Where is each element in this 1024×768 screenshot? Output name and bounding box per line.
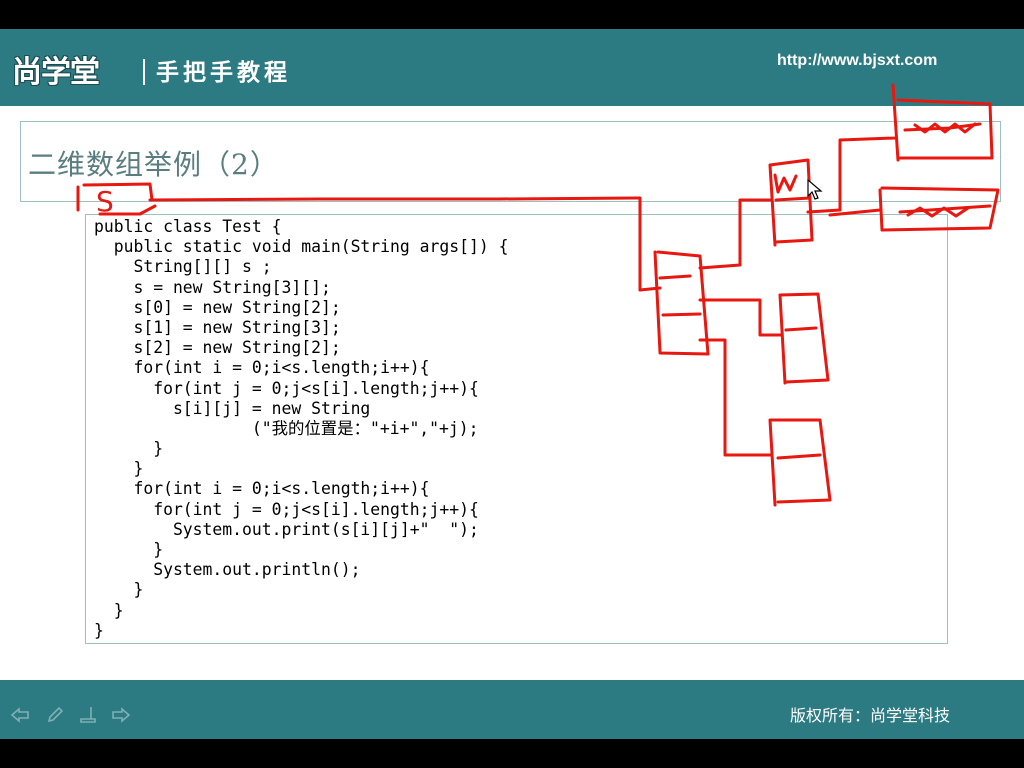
screen-icon[interactable] [77, 706, 99, 724]
code-line: s[i][j] = new String [94, 398, 371, 418]
mouse-cursor-icon [807, 178, 823, 200]
site-url: http://www.bjsxt.com [777, 52, 938, 69]
code-line: s = new String[3][]; [94, 277, 331, 297]
prev-arrow-icon[interactable] [9, 706, 31, 724]
code-line: } [94, 620, 104, 640]
header-tagline: 手把手教程 [156, 60, 291, 86]
code-line: s[2] = new String[2]; [94, 338, 341, 358]
slide-title: 二维数组举例（2） [28, 148, 279, 181]
code-line: public class Test { [94, 217, 282, 236]
code-line: for(int j = 0;j<s[i].length;j++){ [94, 499, 479, 519]
code-line: String[][] s ; [94, 257, 272, 277]
code-line: for(int i = 0;i<s.length;i++){ [94, 358, 430, 378]
slide-window: 尚学堂 手把手教程 http://www.bjsxt.com 二维数组举例（2）… [0, 0, 1024, 768]
code-line: s[1] = new String[3]; [94, 317, 341, 337]
footer-bar: 版权所有：尚学堂科技 [0, 680, 1024, 739]
code-line: System.out.print(s[i][j]+" "); [94, 519, 479, 539]
code-line: } [94, 459, 144, 479]
code-line: } [94, 540, 164, 559]
header-divider [143, 59, 145, 85]
code-line: for(int j = 0;j<s[i].length;j++){ [94, 378, 479, 398]
code-line: public static void main(String args[]) { [94, 237, 509, 257]
brand-logo: 尚学堂 [12, 55, 100, 90]
code-line: } [94, 439, 164, 459]
code-line: s[0] = new String[2]; [94, 297, 341, 317]
code-block: public class Test { public static void m… [94, 217, 508, 641]
code-line: } [94, 600, 124, 620]
code-line: } [94, 580, 144, 600]
header-bar: 尚学堂 手把手教程 http://www.bjsxt.com [0, 29, 1024, 106]
copyright-text: 版权所有：尚学堂科技 [790, 706, 951, 725]
next-arrow-icon[interactable] [110, 706, 132, 724]
pen-icon[interactable] [44, 706, 66, 724]
code-line: ("我的位置是："+i+","+j); [94, 418, 479, 438]
code-line: for(int i = 0;i<s.length;i++){ [94, 479, 430, 499]
code-line: System.out.println(); [94, 560, 361, 580]
